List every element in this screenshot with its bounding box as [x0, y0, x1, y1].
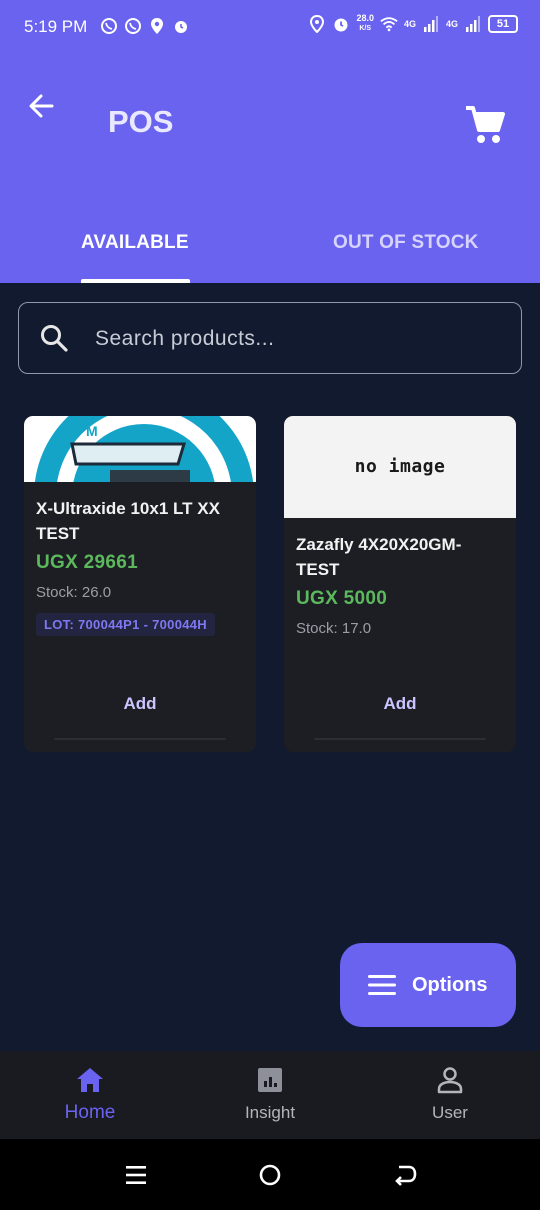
- card-divider: [54, 738, 226, 740]
- tab-available[interactable]: AVAILABLE: [81, 232, 189, 254]
- product-details: Zazafly 4X20X20GM-TEST UGX 5000 Stock: 1…: [296, 532, 504, 637]
- page-title: POS: [108, 104, 174, 139]
- back-button[interactable]: [24, 88, 60, 124]
- product-card[interactable]: M S X-Ultraxide 10x1 LT XX TEST UGX 2966…: [24, 416, 256, 752]
- product-image-placeholder: no image: [284, 416, 516, 518]
- svg-text:S: S: [214, 425, 223, 441]
- product-image: M S: [24, 416, 256, 482]
- wifi-icon: [380, 15, 398, 33]
- app-header: 5:19 PM 28.0 K/S 4G 4G 51 POS AVAILABLE …: [0, 0, 540, 283]
- product-card[interactable]: no image Zazafly 4X20X20GM-TEST UGX 5000…: [284, 416, 516, 752]
- search-input[interactable]: [95, 321, 495, 357]
- bar-chart-icon: [258, 1068, 282, 1092]
- add-button[interactable]: Add: [24, 694, 256, 714]
- status-notification-icons: [100, 17, 190, 35]
- bottom-nav: Home Insight User: [0, 1051, 540, 1139]
- status-system-icons: 28.0 K/S 4G 4G 51: [308, 14, 518, 33]
- recent-apps-icon[interactable]: [122, 1161, 150, 1189]
- user-icon: [437, 1067, 463, 1094]
- whatsapp-icon: [124, 17, 142, 35]
- nav-user-label: User: [432, 1103, 468, 1122]
- nav-insight-label: Insight: [244, 1103, 296, 1122]
- nav-insight[interactable]: Insight: [180, 1051, 360, 1139]
- card-divider: [314, 738, 486, 740]
- battery-indicator: 51: [488, 14, 518, 33]
- status-time: 5:19 PM: [24, 17, 88, 36]
- status-bar: 5:19 PM 28.0 K/S 4G 4G 51: [0, 0, 540, 54]
- lot-badge: LOT: 700044P1 - 700044H: [36, 613, 215, 636]
- product-details: X-Ultraxide 10x1 LT XX TEST UGX 29661 St…: [36, 496, 244, 636]
- location-icon: [308, 14, 326, 33]
- product-name: X-Ultraxide 10x1 LT XX TEST: [36, 499, 220, 543]
- tab-indicator: [81, 279, 190, 283]
- search-icon: [41, 325, 68, 352]
- whatsapp-icon: [100, 17, 118, 35]
- tab-out-of-stock[interactable]: OUT OF STOCK: [333, 232, 479, 254]
- options-label: Options: [412, 973, 488, 996]
- product-price: UGX 5000: [296, 588, 388, 609]
- signal-label-2: 4G: [445, 18, 458, 29]
- options-button[interactable]: Options: [340, 943, 516, 1027]
- signal-bars-icon: [464, 15, 482, 33]
- svg-text:M: M: [86, 423, 98, 439]
- signal-bars-icon: [422, 15, 440, 33]
- product-name: Zazafly 4X20X20GM-TEST: [296, 535, 462, 579]
- nav-home-label: Home: [64, 1102, 116, 1123]
- product-stock: Stock: 26.0: [36, 584, 112, 601]
- system-back-icon[interactable]: [391, 1161, 419, 1189]
- home-circle-icon[interactable]: [256, 1161, 284, 1189]
- no-image-text: no image: [354, 456, 446, 477]
- product-price: UGX 29661: [36, 552, 138, 573]
- cart-button[interactable]: [462, 102, 508, 148]
- nav-home[interactable]: Home: [0, 1051, 180, 1139]
- network-speed-value: 28.0: [356, 13, 374, 23]
- arrow-left-icon: [29, 94, 54, 118]
- system-nav-bar: [0, 1139, 540, 1210]
- add-button[interactable]: Add: [284, 694, 516, 714]
- network-speed-unit: K/S: [359, 25, 372, 32]
- home-icon: [77, 1068, 103, 1092]
- shopping-cart-icon: [466, 106, 505, 143]
- nav-user[interactable]: User: [360, 1051, 540, 1139]
- signal-label-1: 4G: [403, 18, 416, 29]
- location-icon: [148, 17, 166, 35]
- network-speed: 28.0 K/S: [356, 14, 374, 33]
- search-box: [18, 302, 522, 374]
- alarm-icon: [332, 15, 350, 33]
- menu-icon: [368, 975, 396, 995]
- product-stock: Stock: 17.0: [296, 620, 372, 637]
- alarm-icon: [172, 17, 190, 35]
